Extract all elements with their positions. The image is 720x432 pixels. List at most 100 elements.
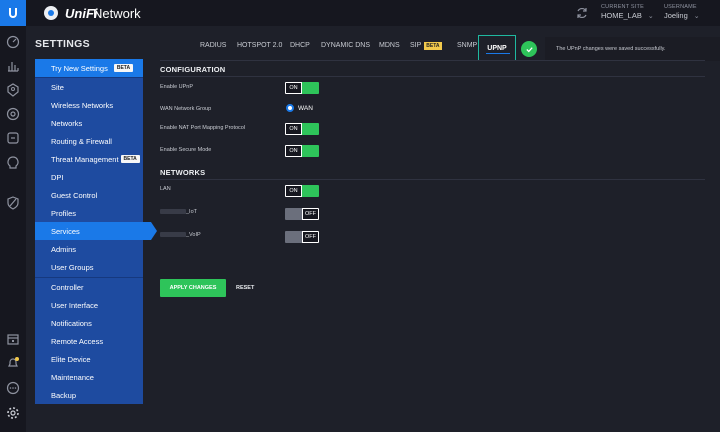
sidebar-item-label: Elite Device [51, 354, 91, 364]
clients-icon[interactable] [6, 131, 20, 145]
tab-sip-label: SIP [410, 42, 422, 49]
beta-badge: BETA [120, 155, 140, 163]
sidebar-item-guest-control[interactable]: Guest Control [35, 186, 143, 204]
toggle-state: ON [285, 123, 302, 135]
sidebar-item-routing-firewall[interactable]: Routing & Firewall [35, 132, 143, 150]
sidebar-item-admins[interactable]: Admins [35, 240, 143, 258]
chat-icon[interactable] [6, 381, 20, 395]
sidebar-item-maintenance[interactable]: Maintenance [35, 368, 143, 386]
unifi-app-icon [44, 6, 58, 20]
tab-sip[interactable]: SIP BETA [410, 42, 442, 50]
alerts-icon[interactable] [6, 356, 20, 370]
success-toast: The UPnP changes were saved successfully… [545, 37, 720, 61]
iot-label-text: _IoT [186, 209, 198, 215]
reset-button[interactable]: RESET [236, 279, 254, 297]
enable-upnp-label: Enable UPnP [160, 84, 194, 90]
tab-snmp[interactable]: SNMP [457, 42, 477, 49]
tab-dhcp[interactable]: DHCP [290, 42, 310, 49]
sidebar-item-networks[interactable]: Networks [35, 114, 143, 132]
tab-upnp[interactable]: UPNP [478, 35, 516, 61]
lan-toggle[interactable]: ON [285, 185, 319, 197]
iot-network-label: _IoT [160, 209, 197, 215]
toggle-state: ON [285, 185, 302, 197]
sidebar-item-elite-device[interactable]: Elite Device [35, 350, 143, 368]
sidebar-item-dpi[interactable]: DPI [35, 168, 143, 186]
tab-dynamic-dns[interactable]: DYNAMIC DNS [321, 42, 370, 49]
sidebar-item-remote-access[interactable]: Remote Access [35, 332, 143, 350]
wan-radio[interactable]: WAN [286, 104, 313, 112]
username-label: USERNAME [664, 4, 697, 10]
voip-toggle[interactable]: OFF [285, 231, 319, 243]
sidebar-item-label: User Interface [51, 300, 99, 310]
secure-mode-toggle[interactable]: ON [285, 145, 319, 157]
settings-sidebar: Try New Settings BETA Site Wireless Netw… [35, 59, 157, 404]
tab-mdns[interactable]: MDNS [379, 42, 400, 49]
sidebar-item-wireless-networks[interactable]: Wireless Networks [35, 96, 143, 114]
sidebar-item-notifications[interactable]: Notifications [35, 314, 143, 332]
calendar-icon[interactable] [6, 332, 20, 346]
shield-icon[interactable] [6, 196, 20, 210]
settings-icon[interactable] [6, 406, 20, 420]
sidebar-item-try-new-settings[interactable]: Try New Settings BETA [35, 59, 143, 77]
settings-title: SETTINGS [35, 38, 90, 50]
apply-changes-button[interactable]: APPLY CHANGES [160, 279, 226, 297]
voip-label-text: _VoIP [186, 232, 201, 238]
section-divider [160, 179, 705, 180]
toggle-state: ON [285, 145, 302, 157]
statistics-icon[interactable] [6, 59, 20, 73]
iot-toggle[interactable]: OFF [285, 208, 319, 220]
secure-mode-label: Enable Secure Mode [160, 147, 212, 153]
top-bar: UniFi Network CURRENT SITE HOME_LAB ⌄ USE… [0, 0, 720, 26]
devices-icon[interactable] [6, 107, 20, 121]
section-divider [160, 76, 705, 77]
current-site-selector[interactable]: CURRENT SITE HOME_LAB ⌄ [601, 4, 654, 20]
sidebar-item-backup[interactable]: Backup [35, 386, 143, 404]
voip-network-label: _VoIP [160, 232, 201, 238]
current-site-value: HOME_LAB [601, 11, 642, 20]
current-site-label: CURRENT SITE [601, 4, 644, 10]
success-check-icon [521, 41, 537, 57]
sidebar-item-services[interactable]: Services [35, 222, 157, 240]
enable-upnp-toggle[interactable]: ON [285, 82, 319, 94]
sidebar-item-label: Services [51, 226, 80, 236]
configuration-heading: CONFIGURATION [160, 65, 226, 74]
sidebar-item-user-groups[interactable]: User Groups [35, 258, 143, 276]
map-icon[interactable] [6, 83, 20, 97]
sidebar-item-controller[interactable]: Controller [35, 278, 143, 296]
dashboard-icon[interactable] [6, 35, 20, 49]
sidebar-item-label: Backup [51, 390, 77, 400]
toggle-state: OFF [302, 208, 319, 220]
sidebar-item-label: Routing & Firewall [51, 136, 112, 146]
sidebar-item-threat-management[interactable]: Threat Management BETA [35, 150, 143, 168]
ubiquiti-logo-icon [9, 8, 17, 18]
redacted-text [160, 232, 186, 238]
tab-radius[interactable]: RADIUS [200, 42, 226, 49]
insights-icon[interactable] [6, 156, 20, 170]
networks-heading: NETWORKS [160, 168, 206, 177]
sidebar-item-label: Try New Settings [51, 63, 108, 73]
lan-label: LAN [160, 186, 171, 192]
username-selector[interactable]: USERNAME Joeling ⌄ [664, 4, 700, 20]
sidebar-item-label: User Groups [51, 262, 94, 272]
sidebar-item-site[interactable]: Site [35, 78, 143, 96]
sidebar-item-label: Notifications [51, 318, 92, 328]
toggle-state: OFF [302, 231, 319, 243]
sidebar-item-label: Remote Access [51, 336, 104, 346]
sidebar-item-label: Profiles [51, 208, 77, 218]
tab-divider [160, 60, 705, 61]
ubiquiti-logo[interactable] [0, 0, 26, 26]
toast-message: The UPnP changes were saved successfully… [556, 46, 666, 52]
wan-network-group-label: WAN Network Group [160, 106, 212, 112]
chevron-down-icon: ⌄ [693, 13, 700, 20]
sidebar-item-profiles[interactable]: Profiles [35, 204, 143, 222]
brand-subtitle: Network [93, 6, 141, 21]
sidebar-item-label: Controller [51, 282, 84, 292]
sidebar-item-label: Wireless Networks [51, 100, 114, 110]
tab-hotspot[interactable]: HOTSPOT 2.0 [237, 42, 282, 49]
refresh-icon[interactable] [575, 6, 589, 20]
icon-rail [0, 26, 26, 432]
sidebar-item-label: Threat Management [51, 154, 119, 164]
sidebar-item-user-interface[interactable]: User Interface [35, 296, 143, 314]
nat-pmp-toggle[interactable]: ON [285, 123, 319, 135]
beta-badge: BETA [424, 42, 442, 50]
